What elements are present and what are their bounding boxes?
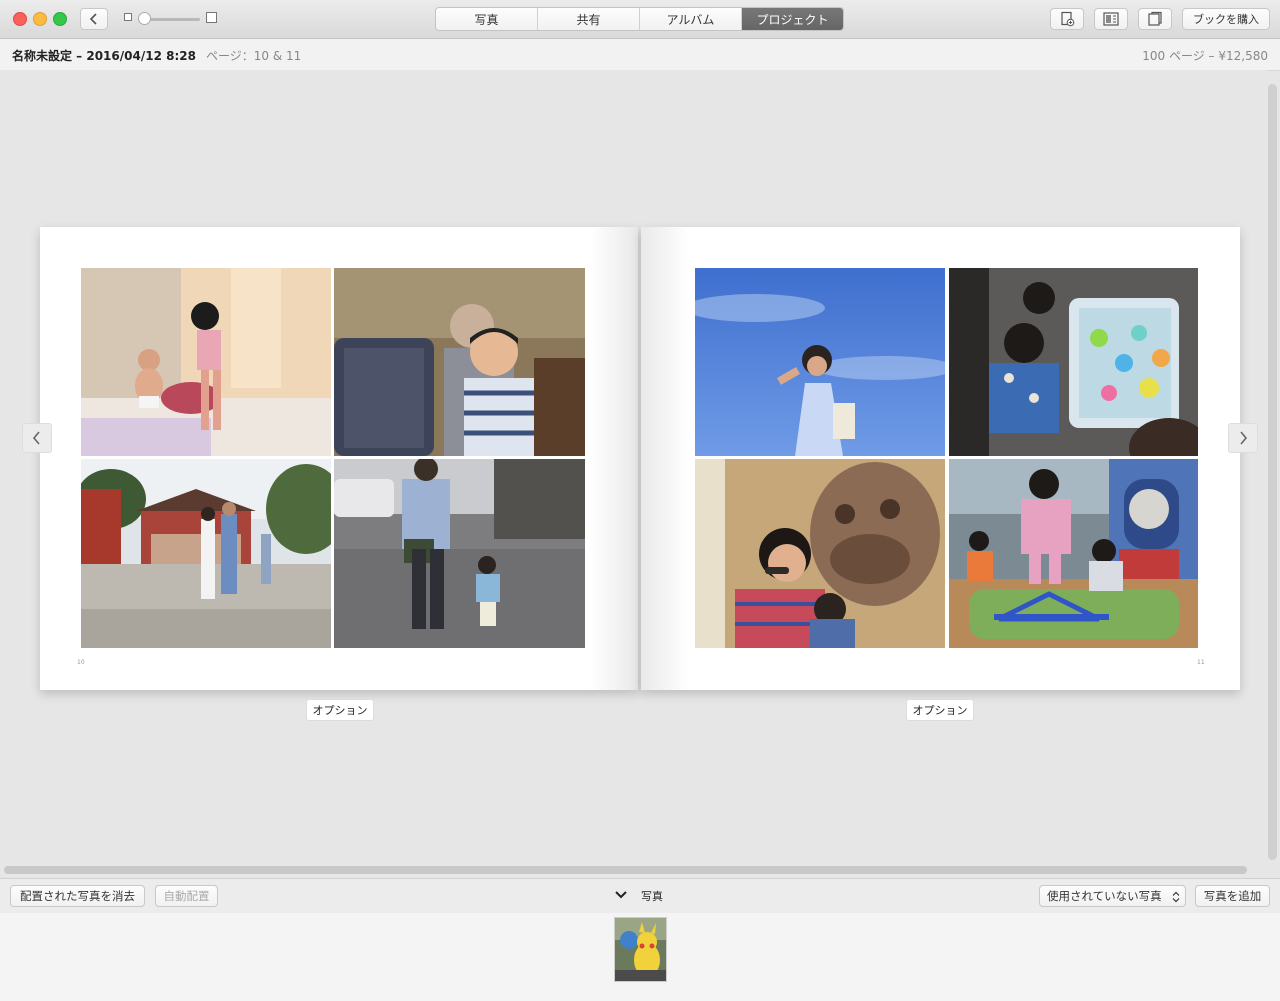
page-indicator: ページ：10 & 11 bbox=[206, 49, 302, 63]
photo-image bbox=[334, 459, 585, 648]
photo-slot[interactable] bbox=[949, 459, 1198, 648]
photo-image bbox=[695, 459, 945, 648]
page-number: 10 bbox=[77, 659, 85, 666]
auto-layout-button[interactable]: 自動配置 bbox=[155, 885, 218, 907]
photo-image bbox=[615, 918, 666, 981]
small-photo-icon bbox=[124, 13, 132, 21]
project-title: 名称未設定 – 2016/04/12 8:28 bbox=[12, 49, 196, 63]
layout-button[interactable] bbox=[1094, 8, 1128, 30]
right-page-options-button[interactable]: オプション bbox=[906, 699, 974, 721]
tray-photo-thumbnail[interactable] bbox=[614, 917, 667, 982]
photo-slot[interactable] bbox=[334, 459, 585, 648]
zoom-window-button[interactable] bbox=[53, 12, 67, 26]
tab-photos[interactable]: 写真 bbox=[436, 8, 538, 30]
photo-image bbox=[949, 268, 1198, 456]
back-button[interactable] bbox=[80, 8, 108, 30]
page-number: 11 bbox=[1197, 659, 1205, 666]
minimize-window-button[interactable] bbox=[33, 12, 47, 26]
large-photo-icon bbox=[206, 12, 217, 23]
left-page[interactable]: 10 bbox=[40, 227, 638, 690]
previous-spread-button[interactable] bbox=[22, 423, 52, 453]
book-price: 100 ページ – ¥12,580 bbox=[1142, 49, 1268, 63]
close-window-button[interactable] bbox=[13, 12, 27, 26]
photo-image bbox=[334, 268, 585, 456]
photos-tray-label: 写真 bbox=[641, 890, 663, 903]
chevron-right-icon bbox=[1240, 431, 1248, 445]
add-photos-button[interactable]: 写真を追加 bbox=[1195, 885, 1270, 907]
photo-slot[interactable] bbox=[81, 459, 331, 648]
photo-slot[interactable] bbox=[334, 268, 585, 456]
photo-slot[interactable] bbox=[81, 268, 331, 456]
photo-slot[interactable] bbox=[695, 459, 945, 648]
photo-tray-bar: 配置された写真を消去 自動配置 写真 使用されていない写真 写真を追加 bbox=[0, 878, 1280, 914]
tab-projects[interactable]: プロジェクト bbox=[742, 8, 843, 30]
tab-albums[interactable]: アルバム bbox=[640, 8, 742, 30]
vertical-scrollbar[interactable] bbox=[1268, 84, 1277, 860]
book-settings-button[interactable] bbox=[1138, 8, 1172, 30]
chevron-left-icon bbox=[89, 13, 97, 25]
buy-book-button[interactable]: ブックを購入 bbox=[1182, 8, 1270, 30]
tab-shared[interactable]: 共有 bbox=[538, 8, 640, 30]
left-page-options-button[interactable]: オプション bbox=[306, 699, 374, 721]
photo-image bbox=[949, 459, 1198, 648]
toolbar: 写真 共有 アルバム プロジェクト ブックを購入 bbox=[0, 0, 1280, 39]
info-bar: 名称未設定 – 2016/04/12 8:28 ページ：10 & 11 100 … bbox=[0, 39, 1280, 71]
photo-image bbox=[81, 459, 331, 648]
zoom-slider-knob[interactable] bbox=[138, 12, 151, 25]
photo-image bbox=[695, 268, 945, 456]
photo-slot[interactable] bbox=[949, 268, 1198, 456]
chevron-down-icon[interactable] bbox=[614, 890, 628, 900]
clear-placed-photos-button[interactable]: 配置された写真を消去 bbox=[10, 885, 145, 907]
right-page[interactable]: 11 bbox=[641, 227, 1240, 690]
add-page-button[interactable] bbox=[1050, 8, 1084, 30]
photo-filter-select[interactable]: 使用されていない写真 bbox=[1039, 885, 1186, 907]
horizontal-scrollbar[interactable] bbox=[4, 866, 1247, 874]
view-tabs: 写真 共有 アルバム プロジェクト bbox=[435, 7, 844, 31]
add-page-icon bbox=[1061, 11, 1075, 27]
photo-filter-value: 使用されていない写真 bbox=[1047, 889, 1162, 903]
photo-image bbox=[81, 268, 331, 456]
book-icon bbox=[1148, 11, 1162, 26]
up-down-arrows-icon bbox=[1172, 891, 1180, 903]
chevron-left-icon bbox=[32, 431, 40, 445]
layout-icon bbox=[1103, 12, 1119, 26]
next-spread-button[interactable] bbox=[1228, 423, 1258, 453]
photo-tray bbox=[0, 913, 1280, 1001]
photo-slot[interactable] bbox=[695, 268, 945, 456]
